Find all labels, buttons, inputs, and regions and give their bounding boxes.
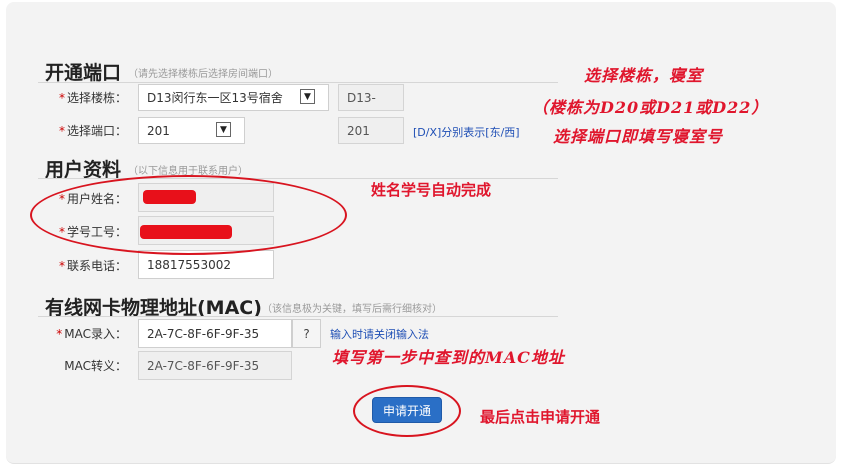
help-button[interactable]: ? — [292, 319, 321, 348]
port-select-value: 201 — [147, 123, 170, 138]
annotation-auto-fill: 姓名学号自动完成 — [371, 181, 492, 199]
annotation-building-room: 选择楼栋，寝室 — [584, 66, 704, 85]
mac-input-hint: 输入时请关闭输入法 — [330, 328, 429, 341]
port-hint: [D/X]分别表示[东/西] — [413, 126, 520, 139]
building-code-value: D13- — [347, 90, 376, 105]
building-select-value: D13闵行东一区13号宿舍 — [147, 91, 283, 105]
port-label: * 选择端口： — [58, 124, 127, 138]
mac-convert-field: 2A-7C-8F-6F-9F-35 — [138, 351, 292, 380]
divider — [38, 316, 558, 317]
building-label: * 选择楼栋： — [58, 91, 127, 105]
section-title-port: 开通端口 — [45, 62, 122, 84]
annotation-ellipse-user — [30, 175, 347, 255]
divider — [38, 82, 558, 83]
mac-input[interactable]: 2A-7C-8F-6F-9F-35 — [138, 319, 292, 348]
section-note-port: （请先选择楼栋后选择房间端口） — [128, 69, 278, 80]
annotation-ellipse-button — [353, 385, 461, 437]
annotation-mac-fill: 填写第一步中查到的MAC地址 — [332, 348, 565, 367]
mac-input-value: 2A-7C-8F-6F-9F-35 — [147, 326, 260, 341]
phone-label: * 联系电话： — [58, 259, 127, 273]
mac-convert-value: 2A-7C-8F-6F-9F-35 — [147, 358, 260, 373]
annotation-building-note: （楼栋为D20或D21或D22） — [532, 98, 769, 117]
port-code-field: 201 — [338, 117, 404, 144]
chevron-down-icon[interactable]: ▼ — [300, 89, 315, 104]
annotation-port-room: 选择端口即填写寝室号 — [553, 127, 724, 146]
chevron-down-icon[interactable]: ▼ — [216, 122, 231, 137]
mac-convert-label: MAC转义： — [64, 359, 127, 373]
mac-input-label: * MAC录入： — [56, 327, 127, 341]
building-code-field: D13- — [338, 84, 404, 111]
annotation-final-click: 最后点击申请开通 — [480, 408, 601, 426]
port-code-value: 201 — [347, 123, 370, 138]
section-note-mac: （该信息极为关键，填写后需行细核对） — [262, 304, 442, 315]
phone-input-value: 18817553002 — [147, 257, 231, 272]
